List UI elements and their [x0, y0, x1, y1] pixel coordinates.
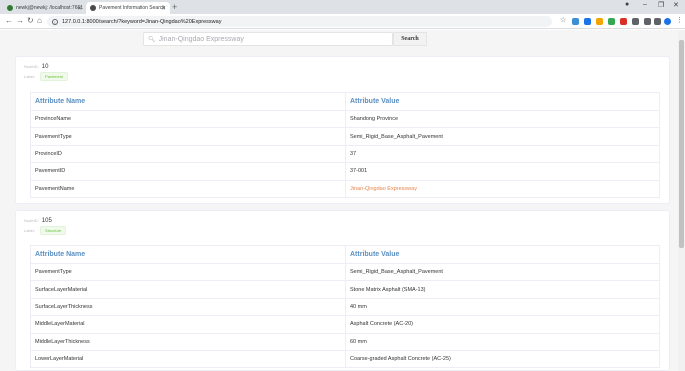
header-attribute-value: Attribute Value [345, 245, 660, 264]
header-attribute-name: Attribute Name [30, 92, 346, 111]
table-row: ProvinceName Shandong Province [30, 109, 660, 129]
result-card: NodeID: 105 Label: Structure Attribute N… [15, 210, 670, 371]
table-row: MiddleLayerThickness 60 mm [30, 332, 660, 351]
search-query-text: Jinan-Qingdao Expressway [158, 35, 244, 43]
browser-tab-terminal[interactable]: newkj@newkj: /localhost:7661 ✕ [3, 2, 86, 14]
reload-icon[interactable]: ↻ [27, 16, 34, 25]
attribute-value-cell: Semi_Rigid_Base_Asphalt_Pavement [345, 127, 660, 146]
label-label: Label [24, 228, 34, 233]
table-header-row: Attribute Name Attribute Value [30, 92, 660, 111]
avatar[interactable] [664, 18, 671, 25]
label-label: Label [24, 74, 34, 79]
attribute-value-cell: 37 [345, 144, 660, 164]
table-row: PavementID 37-001 [30, 162, 660, 181]
attribute-value-cell: 37-001 [345, 162, 660, 181]
node-id-value: 105 [41, 218, 52, 224]
back-icon[interactable]: ← [5, 16, 13, 25]
node-id-label: NodeID [24, 64, 38, 69]
header-attribute-value: Attribute Value [345, 92, 660, 111]
search-button[interactable]: Search [393, 32, 427, 46]
attribute-value-cell: Asphalt Concrete (AC-20) [345, 315, 660, 334]
label-badge: Structure [40, 226, 67, 235]
extension-icon[interactable] [632, 18, 639, 25]
result-card: NodeID: 10 Label: Pavement Attribute Nam… [15, 56, 670, 204]
attribute-name-cell: PavementType [30, 127, 346, 146]
label-badge: Pavement [40, 72, 69, 81]
table-row: SurfaceLayerMaterial Stone Matrix Asphal… [30, 280, 660, 299]
table-row: PavementName Jinan-Qingdao Expressway [30, 179, 660, 198]
puzzle-icon[interactable] [654, 18, 661, 25]
attribute-name-cell: SurfaceLayerThickness [30, 297, 346, 317]
extension-icon[interactable] [608, 18, 615, 25]
table-header-row: Attribute Name Attribute Value [30, 245, 660, 264]
scrollbar-thumb[interactable] [679, 40, 684, 248]
extension-icon[interactable] [596, 18, 603, 25]
forward-icon[interactable]: → [16, 16, 24, 25]
table-row: MiddleLayerMaterial Asphalt Concrete (AC… [30, 315, 660, 334]
attribute-name-cell: ProvinceName [30, 109, 346, 129]
label-row: Label: Structure [24, 226, 67, 235]
address-bar[interactable]: i 127.0.0.1:8000/search/?keyword=Jinan-Q… [47, 16, 552, 27]
site-info-icon[interactable]: i [52, 18, 58, 25]
new-tab-icon[interactable]: + [172, 2, 177, 12]
node-id-label: NodeID [24, 218, 38, 223]
attribute-name-cell: PavementID [30, 162, 346, 181]
close-window-icon[interactable]: ✕ [673, 1, 679, 9]
table-row: ProvinceID 37 [30, 144, 660, 164]
home-icon[interactable]: ⌂ [37, 16, 42, 25]
close-tab-icon[interactable]: ✕ [161, 5, 166, 12]
search-icon: 🔍︎ [148, 36, 156, 43]
table-row: SurfaceLayerThickness 40 mm [30, 297, 660, 317]
bookmark-star-icon[interactable]: ☆ [560, 16, 566, 24]
node-id-value: 10 [41, 64, 49, 70]
node-id-row: NodeID: 10 [24, 64, 49, 70]
extension-icon[interactable] [644, 18, 651, 25]
attribute-value-cell: Shandong Province [345, 109, 660, 129]
terminal-favicon-icon [7, 5, 13, 11]
maximize-icon[interactable]: ❐ [658, 1, 664, 9]
minimize-icon[interactable]: – [643, 1, 647, 8]
attribute-table: Attribute Name Attribute Value PavementT… [30, 245, 660, 369]
attribute-value-cell: 40 mm [345, 297, 660, 317]
attribute-name-cell: PavementType [30, 262, 346, 282]
attribute-value-cell: Stone Matrix Asphalt (SMA-13) [345, 280, 660, 299]
browser-toolbar: ← → ↻ ⌂ i 127.0.0.1:8000/search/?keyword… [0, 14, 685, 29]
table-row: PavementType Semi_Rigid_Base_Asphalt_Pav… [30, 127, 660, 146]
attribute-name-cell: SurfaceLayerMaterial [30, 280, 346, 299]
extension-icon[interactable] [584, 18, 591, 25]
attribute-name-cell: PavementName [30, 179, 346, 198]
close-tab-icon[interactable]: ✕ [77, 5, 82, 12]
attribute-name-cell: LowerLayerMaterial [30, 349, 346, 369]
attribute-name-cell: ProvinceID [30, 144, 346, 164]
attribute-value-cell: Semi_Rigid_Base_Asphalt_Pavement [345, 262, 660, 282]
tab-label: Pavement Information Search [99, 5, 166, 11]
table-row: LowerLayerMaterial Coarse-graded Asphalt… [30, 349, 660, 369]
attribute-value-cell: 60 mm [345, 332, 660, 351]
attribute-table: Attribute Name Attribute Value ProvinceN… [30, 92, 660, 198]
search-input[interactable]: 🔍︎ Jinan-Qingdao Expressway [143, 32, 393, 46]
menu-icon[interactable]: ⋮ [676, 16, 683, 24]
label-row: Label: Pavement [24, 72, 69, 81]
node-id-row: NodeID: 105 [24, 218, 52, 224]
table-row: PavementType Semi_Rigid_Base_Asphalt_Pav… [30, 262, 660, 282]
extension-icon[interactable] [572, 18, 579, 25]
url-text: 127.0.0.1:8000/search/?keyword=Jinan-Qin… [62, 18, 222, 25]
page-favicon-icon [90, 5, 96, 11]
browser-tab-pavement-search[interactable]: Pavement Information Search ✕ [86, 2, 170, 14]
header-attribute-name: Attribute Name [30, 245, 346, 264]
profile-icon[interactable]: ● [625, 1, 629, 8]
attribute-name-cell: MiddleLayerMaterial [30, 315, 346, 334]
tab-label: newkj@newkj: /localhost:7661 [16, 5, 84, 11]
browser-tab-bar: newkj@newkj: /localhost:7661 ✕ Pavement … [0, 0, 685, 14]
attribute-name-cell: MiddleLayerThickness [30, 332, 346, 351]
attribute-value-cell: Jinan-Qingdao Expressway [345, 179, 660, 198]
attribute-value-cell: Coarse-graded Asphalt Concrete (AC-25) [345, 349, 660, 369]
extension-icon[interactable] [620, 18, 627, 25]
